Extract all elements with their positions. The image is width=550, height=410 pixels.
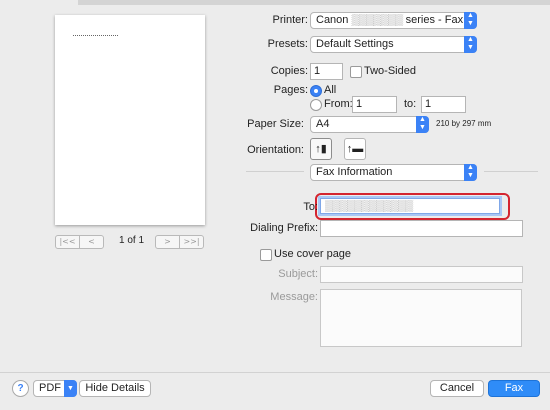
portrait-icon: ↑▮ (315, 143, 327, 155)
section-separator-right (484, 171, 538, 172)
section-separator-left (246, 171, 304, 172)
popup-arrows-icon: ▲ ▼ (464, 12, 477, 29)
next-page-button[interactable]: > (156, 236, 179, 248)
subject-label: Subject: (278, 268, 318, 280)
pages-from-field[interactable]: 1 (352, 96, 397, 113)
preview-text-line (73, 35, 118, 37)
fax-button[interactable]: Fax (488, 380, 540, 397)
subject-field[interactable] (320, 266, 523, 283)
pages-all-radio[interactable] (310, 85, 322, 97)
two-sided-checkbox[interactable] (350, 66, 362, 78)
presets-value: Default Settings (316, 38, 394, 50)
pages-to-label: to: (404, 98, 417, 110)
popup-arrows-icon: ▲ ▼ (416, 116, 429, 133)
pdf-menu-button[interactable]: PDF ▼ (33, 380, 77, 397)
use-cover-page-label: Use cover page (274, 248, 352, 260)
pages-to-field[interactable]: 1 (421, 96, 466, 113)
printer-name-prefix: Canon (316, 14, 349, 26)
use-cover-page-checkbox[interactable] (260, 249, 272, 261)
pages-from-radio[interactable] (310, 99, 322, 111)
page-preview (55, 15, 205, 225)
to-field-redacted-value: ▒▒▒▒▒▒▒▒▒▒▒▒ (325, 200, 413, 212)
cancel-button[interactable]: Cancel (430, 380, 484, 397)
printer-label: Printer: (272, 14, 308, 26)
pages-label: Pages: (273, 84, 308, 96)
preview-nav-forward: > >>| (155, 235, 204, 249)
to-field[interactable]: ▒▒▒▒▒▒▒▒▒▒▒▒ (320, 198, 500, 214)
pdf-label: PDF (39, 382, 61, 394)
popup-arrows-icon: ▲ ▼ (464, 36, 477, 53)
window-top-edge (78, 0, 550, 5)
presets-popup[interactable]: Default Settings ▲ ▼ (310, 36, 477, 53)
dialing-prefix-label: Dialing Prefix: (250, 222, 318, 234)
help-button[interactable]: ? (12, 380, 29, 397)
section-popup[interactable]: Fax Information ▲ ▼ (310, 164, 477, 181)
dialing-prefix-field[interactable] (320, 220, 523, 237)
paper-size-popup[interactable]: A4 ▲ ▼ (310, 116, 429, 133)
copies-field[interactable]: 1 (310, 63, 343, 80)
message-label: Message: (270, 291, 318, 303)
paper-size-label: Paper Size: (247, 118, 304, 130)
chevron-down-icon: ▼ (64, 380, 77, 397)
preview-nav-back: |<< < (55, 235, 104, 249)
paper-size-value: A4 (316, 118, 330, 130)
paper-dimensions: 210 by 297 mm (436, 119, 492, 128)
printer-popup[interactable]: Canon ▒▒▒▒▒▒▒ series - Fax ▲ ▼ (310, 12, 477, 29)
page-indicator: 1 of 1 (119, 235, 145, 246)
landscape-orientation-button[interactable]: ↑▬ (344, 138, 366, 160)
printer-name-redacted: ▒▒▒▒▒▒▒ (351, 14, 403, 26)
printer-name-suffix: series - Fax (405, 14, 464, 26)
message-textarea[interactable] (320, 289, 522, 347)
presets-label: Presets: (267, 38, 308, 50)
pages-from-label: From: (324, 98, 353, 110)
to-label: To: (303, 201, 318, 213)
last-page-button[interactable]: >>| (179, 236, 203, 248)
landscape-icon: ↑▬ (346, 143, 364, 155)
hide-details-button[interactable]: Hide Details (79, 380, 151, 397)
previous-page-button[interactable]: < (79, 236, 103, 248)
section-value: Fax Information (316, 166, 393, 178)
two-sided-label: Two-Sided (364, 65, 416, 77)
portrait-orientation-button[interactable]: ↑▮ (310, 138, 332, 160)
first-page-button[interactable]: |<< (56, 236, 79, 248)
popup-arrows-icon: ▲ ▼ (464, 164, 477, 181)
orientation-label: Orientation: (247, 144, 304, 156)
bottom-separator (0, 372, 550, 373)
copies-label: Copies: (270, 65, 308, 77)
